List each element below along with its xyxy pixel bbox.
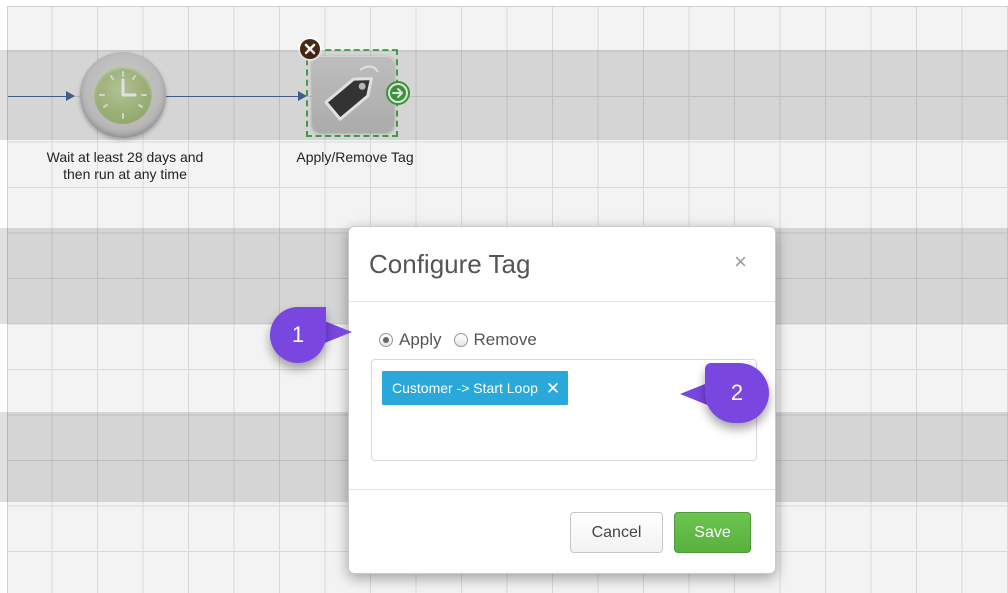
wait-node-label: Wait at least 28 days and then run at an… — [20, 149, 230, 183]
connector-arrow-in — [66, 91, 75, 101]
remove-tag-icon[interactable]: ✕ — [546, 380, 560, 397]
remove-radio-label[interactable]: Remove — [474, 330, 537, 350]
connector-line-out — [166, 96, 302, 97]
connector-line-in — [8, 96, 70, 97]
callout-1: 1 — [270, 307, 326, 363]
arrow-right-circle-icon[interactable] — [385, 80, 411, 106]
tag-icon — [324, 65, 379, 121]
callout-1-pointer — [322, 320, 352, 344]
modal-header-divider — [349, 301, 775, 302]
modal-title: Configure Tag — [369, 249, 531, 279]
apply-remove-options: Apply Remove — [379, 330, 537, 350]
apply-radio-label[interactable]: Apply — [399, 330, 442, 350]
cancel-button[interactable]: Cancel — [570, 512, 663, 553]
tag-node-tile — [312, 56, 394, 132]
clock-icon — [94, 66, 152, 124]
remove-radio[interactable] — [453, 333, 468, 347]
wait-node-label-line1: Wait at least 28 days and — [46, 149, 204, 165]
workflow-stage: Wait at least 28 days and then run at an… — [0, 0, 1008, 593]
wait-node[interactable] — [80, 52, 166, 138]
tag-chip-label: Customer -> Start Loop — [392, 380, 538, 396]
callout-2: 2 — [705, 363, 769, 423]
wait-node-label-line2: then run at any time — [63, 166, 187, 182]
tag-node-label: Apply/Remove Tag — [296, 149, 414, 165]
modal-footer-divider — [349, 489, 775, 490]
apply-radio[interactable] — [379, 333, 393, 347]
close-circle-icon[interactable] — [298, 37, 322, 61]
save-button[interactable]: Save — [674, 512, 751, 553]
tags-input[interactable]: Customer -> Start Loop ✕ — [371, 359, 757, 461]
tag-chip: Customer -> Start Loop ✕ — [382, 371, 569, 405]
close-icon[interactable]: × — [734, 251, 747, 273]
